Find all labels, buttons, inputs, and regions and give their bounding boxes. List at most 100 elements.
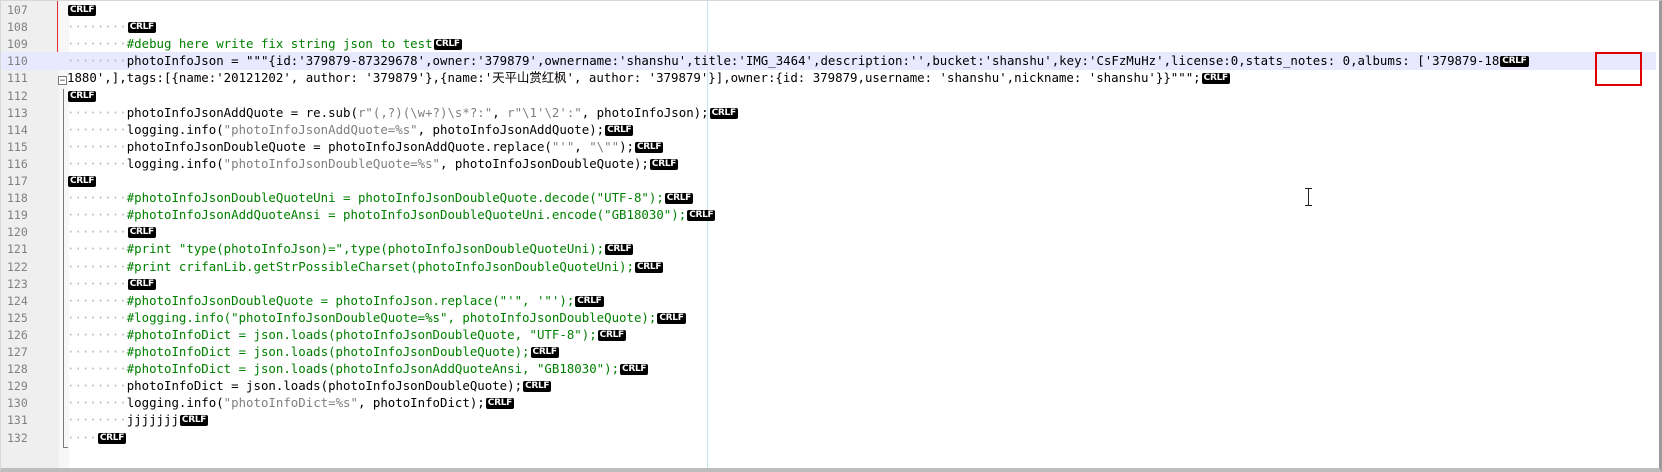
code-text[interactable]: CRLF: [67, 87, 97, 105]
code-token: );: [619, 138, 634, 154]
code-text[interactable]: ········photoInfoJsonAddQuote = re.sub(r…: [67, 104, 738, 122]
line-number: 118: [7, 191, 28, 206]
code-line[interactable]: 121 ········#print "type(photoInfoJson)="…: [1, 240, 1656, 258]
code-text[interactable]: CRLF: [67, 172, 97, 190]
code-line[interactable]: 113 ········photoInfoJsonAddQuote = re.su…: [1, 104, 1656, 122]
crlf-eol-icon: CRLF: [605, 124, 634, 136]
whitespace-dots: ········: [67, 292, 127, 308]
comment-token: #photoInfoDict = json.loads(photoInfoJso…: [126, 361, 620, 377]
code-line[interactable]: 131 ········jjjjjjj CRLF: [1, 411, 1656, 429]
code-text[interactable]: 1880',],tags:[{name:'20121202', author: …: [67, 69, 1230, 87]
crlf-eol-icon: CRLF: [127, 22, 156, 34]
whitespace-dots: ····: [67, 429, 97, 445]
code-line[interactable]: 122 ········#print crifanLib.getStrPossib…: [1, 258, 1656, 276]
code-text[interactable]: ········#photoInfoDict = json.loads(phot…: [67, 360, 649, 378]
code-line[interactable]: 132 ···· CRLF: [1, 429, 1656, 447]
code-line[interactable]: 124 ········#photoInfoJsonDoubleQuote = p…: [1, 292, 1656, 310]
whitespace-dots: ········: [67, 155, 127, 171]
code-line[interactable]: 123 ········ CRLF: [1, 275, 1656, 293]
code-text[interactable]: ········#debug here write fix string jso…: [67, 35, 462, 53]
code-line[interactable]: 127 ········#photoInfoDict = json.loads(p…: [1, 343, 1656, 361]
code-line[interactable]: 119 ········#photoInfoJsonAddQuoteAnsi = …: [1, 206, 1656, 224]
crlf-eol-icon: CRLF: [1500, 56, 1529, 68]
comment-token: #photoInfoJsonAddQuoteAnsi = photoInfoJs…: [126, 207, 687, 223]
code-line[interactable]: 128 ········#photoInfoDict = json.loads(p…: [1, 360, 1656, 378]
crlf-eol-icon: CRLF: [127, 278, 156, 290]
code-line[interactable]: 126 ········#photoInfoDict = json.loads(p…: [1, 326, 1656, 344]
code-token: photoInfoDict = json.loads(photoInfoJson…: [126, 378, 523, 394]
comment-token: #photoInfoDict = json.loads(photoInfoJso…: [126, 344, 530, 359]
crlf-eol-icon: CRLF: [97, 432, 127, 444]
line-number: 119: [7, 208, 28, 223]
crlf-eol-icon: CRLF: [575, 295, 604, 307]
code-text[interactable]: ········photoInfoJson = """{id:'379879-8…: [67, 52, 1529, 70]
code-line[interactable]: 111 1880',],tags:[{name:'20121202', autho…: [1, 69, 1656, 87]
whitespace-dots: ········: [67, 104, 127, 120]
code-line[interactable]: 125 ········#logging.info("photoInfoJsonD…: [1, 309, 1656, 327]
code-line[interactable]: 112 CRLF: [1, 87, 1656, 105]
code-line[interactable]: 109 ········#debug here write fix string …: [1, 35, 1656, 53]
code-text[interactable]: ········ CRLF: [67, 18, 156, 36]
line-number: 113: [7, 105, 28, 120]
code-line[interactable]: 118 ········#photoInfoJsonDoubleQuoteUni …: [1, 189, 1656, 207]
code-text[interactable]: ···· CRLF: [67, 429, 127, 447]
line-number: 121: [7, 242, 28, 257]
code-text[interactable]: CRLF: [67, 1, 97, 19]
code-line[interactable]: 110 ········photoInfoJson = """{id:'37987…: [1, 52, 1656, 71]
string-token: r"\1'\2':": [507, 104, 582, 120]
code-text[interactable]: ········#logging.info("photoInfoJsonDoub…: [67, 309, 686, 327]
code-line[interactable]: 115 ········photoInfoJsonDoubleQuote = ph…: [1, 138, 1656, 156]
crlf-eol-icon: CRLF: [68, 5, 97, 16]
whitespace-dots: ········: [67, 224, 127, 240]
code-text[interactable]: ········#photoInfoJsonAddQuoteAnsi = pho…: [67, 206, 716, 224]
code-line[interactable]: 130 ········logging.info("photoInfoDict=%…: [1, 394, 1656, 412]
code-line[interactable]: 129 ········photoInfoDict = json.loads(ph…: [1, 377, 1656, 395]
code-text[interactable]: ········logging.info("photoInfoJsonAddQu…: [67, 121, 634, 139]
code-line[interactable]: 108 ········ CRLF: [1, 18, 1656, 36]
code-text[interactable]: ········#photoInfoDict = json.loads(phot…: [67, 326, 626, 344]
comment-token: #print "type(photoInfoJson)=",type(photo…: [126, 241, 605, 257]
line-number: 120: [7, 225, 28, 240]
code-line[interactable]: 107 CRLF: [1, 1, 1656, 19]
code-line[interactable]: 116 ········logging.info("photoInfoJsonDo…: [1, 155, 1656, 173]
code-text[interactable]: ········photoInfoDict = json.loads(photo…: [67, 377, 552, 395]
string-token: "photoInfoJsonDoubleQuote=%s": [223, 155, 441, 171]
line-number: 129: [7, 379, 28, 394]
code-text[interactable]: ········ CRLF: [67, 275, 156, 293]
comment-token: #photoInfoDict = json.loads(photoInfoJso…: [126, 326, 597, 342]
code-line[interactable]: 120 ········ CRLF: [1, 223, 1656, 241]
line-number: 109: [7, 37, 28, 52]
code-line[interactable]: 114 ········logging.info("photoInfoJsonAd…: [1, 121, 1656, 139]
code-text[interactable]: ········#photoInfoJsonDoubleQuoteUni = p…: [67, 189, 694, 207]
crlf-eol-icon: CRLF: [68, 176, 97, 187]
code-text[interactable]: ········ CRLF: [67, 223, 156, 241]
line-number: 124: [7, 293, 28, 308]
whitespace-dots: ········: [67, 361, 127, 377]
code-token: ,: [574, 138, 590, 154]
code-text[interactable]: ········jjjjjjj CRLF: [67, 411, 209, 429]
line-number: 125: [7, 310, 28, 325]
crlf-eol-icon: CRLF: [620, 364, 649, 376]
line-number: 132: [7, 430, 28, 445]
string-token: "'": [551, 138, 575, 154]
crlf-eol-icon: CRLF: [523, 381, 552, 393]
code-text[interactable]: ········photoInfoJsonDoubleQuote = photo…: [67, 138, 664, 156]
whitespace-dots: ········: [67, 241, 127, 257]
crlf-eol-icon: CRLF: [605, 244, 634, 256]
code-editor[interactable]: − 107 CRLF 108 ········ CRLF 109 ········#debu…: [0, 0, 1662, 472]
line-number: 116: [7, 156, 28, 171]
crlf-eol-icon: CRLF: [433, 39, 462, 51]
crlf-eol-icon: CRLF: [634, 141, 664, 153]
whitespace-dots: ········: [67, 19, 127, 35]
code-text[interactable]: ········logging.info("photoInfoDict=%s",…: [67, 394, 514, 412]
comment-token: #photoInfoJsonDoubleQuote = photoInfoJso…: [126, 292, 575, 308]
code-text[interactable]: ········#photoInfoDict = json.loads(phot…: [67, 343, 559, 361]
code-text[interactable]: ········#print "type(photoInfoJson)=",ty…: [67, 240, 634, 258]
code-text[interactable]: ········logging.info("photoInfoJsonDoubl…: [67, 155, 679, 173]
whitespace-dots: ········: [67, 378, 127, 394]
crlf-eol-icon: CRLF: [664, 193, 694, 205]
code-line[interactable]: 117 CRLF: [1, 172, 1656, 190]
code-text[interactable]: ········#photoInfoJsonDoubleQuote = phot…: [67, 292, 604, 310]
line-number: 112: [7, 88, 28, 103]
code-text[interactable]: ········#print crifanLib.getStrPossibleC…: [67, 258, 664, 276]
